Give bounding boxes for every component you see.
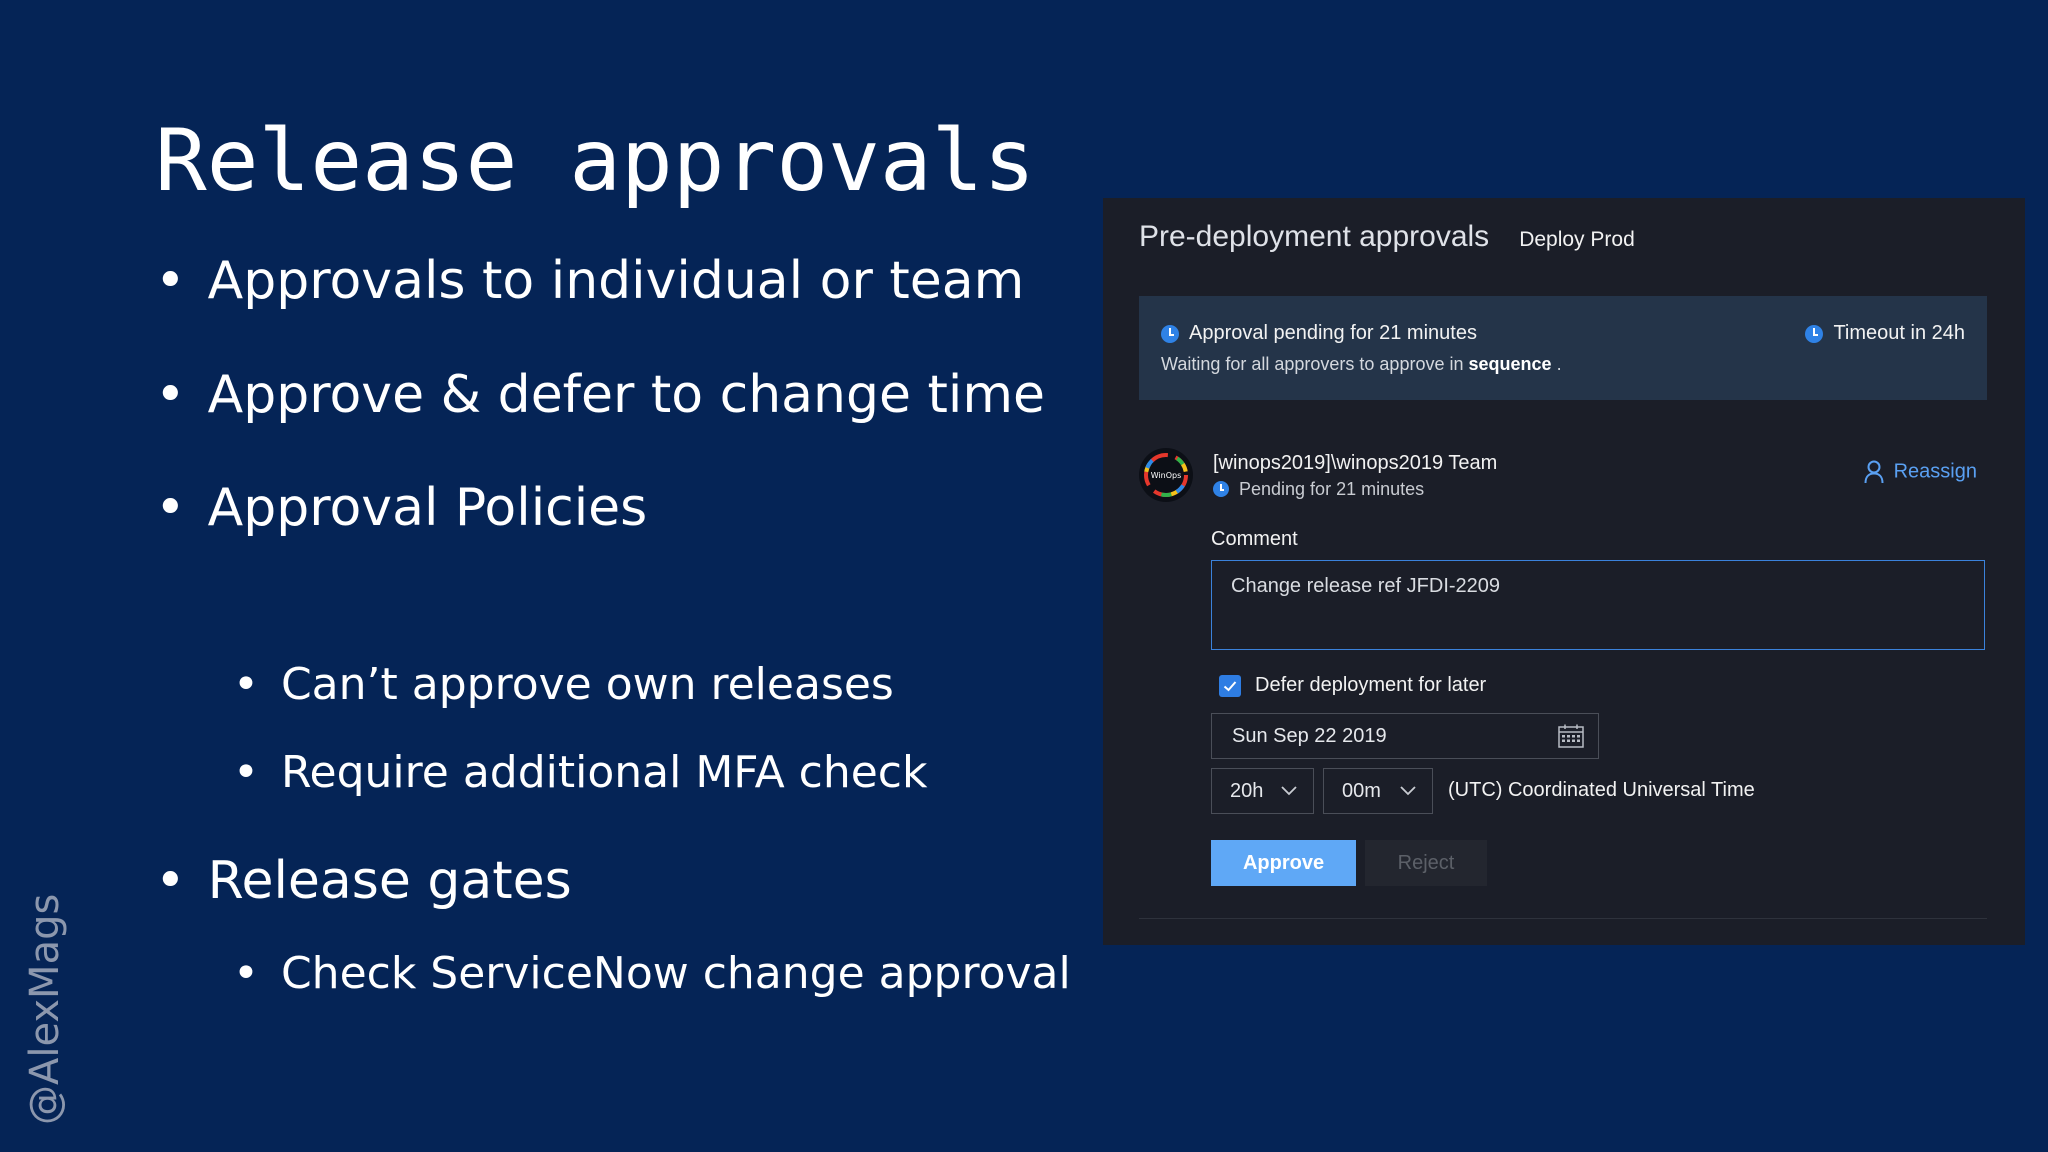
defer-checkbox[interactable] — [1219, 674, 1241, 697]
bullet-dot: • — [155, 851, 186, 911]
bullet-text: Check ServiceNow change approval — [280, 948, 1071, 999]
team-avatar: WinOps — [1139, 448, 1193, 502]
bullet-text: Require additional MFA check — [280, 747, 928, 798]
sub-bullet-item: • Check ServiceNow change approval — [233, 948, 1071, 1000]
bullet-dot: • — [155, 251, 186, 311]
slide-title: Release approvals — [155, 111, 1036, 211]
clock-icon — [1805, 324, 1824, 343]
sub-bullet-item: • Require additional MFA check — [233, 747, 927, 799]
comment-value: Change release ref JFDI-2209 — [1231, 575, 1501, 597]
defer-row: Defer deployment for later — [1219, 674, 1486, 697]
clock-icon — [1161, 324, 1179, 343]
reassign-label: Reassign — [1893, 460, 1977, 483]
defer-label: Defer deployment for later — [1255, 674, 1487, 696]
minutes-value: 00m — [1342, 780, 1381, 802]
stage-name: Deploy Prod — [1519, 228, 1635, 251]
bullet-item: • Approval Policies — [155, 478, 647, 538]
comment-label: Comment — [1211, 528, 1298, 550]
bullet-dot: • — [155, 478, 186, 538]
reject-button[interactable]: Reject — [1365, 840, 1487, 886]
waiting-text: Waiting for all approvers to approve in — [1161, 354, 1464, 374]
panel-title: Pre-deployment approvals — [1139, 220, 1490, 253]
approver-status: Pending for 21 minutes — [1213, 478, 1424, 500]
date-picker[interactable]: Sun Sep 22 2019 — [1211, 713, 1599, 759]
chevron-down-icon — [1281, 786, 1297, 796]
panel-header: Pre-deployment approvals Deploy Prod — [1139, 220, 1635, 254]
clock-icon — [1213, 481, 1229, 498]
comment-textarea[interactable]: Change release ref JFDI-2209 — [1211, 560, 1985, 650]
chevron-down-icon — [1400, 786, 1416, 796]
timezone-label: (UTC) Coordinated Universal Time — [1448, 779, 1755, 801]
minutes-select[interactable]: 00m — [1323, 768, 1433, 814]
bullet-dot: • — [233, 948, 259, 999]
person-icon — [1864, 460, 1884, 484]
bullet-text: Approval Policies — [207, 478, 648, 538]
bullet-dot: • — [233, 659, 259, 710]
status-banner: Approval pending for 21 minutes Waiting … — [1139, 296, 1987, 400]
waiting-status: Waiting for all approvers to approve in … — [1161, 354, 1562, 375]
approver-status-text: Pending for 21 minutes — [1239, 478, 1425, 499]
bullet-text: Approvals to individual or team — [207, 251, 1025, 311]
approve-button[interactable]: Approve — [1211, 840, 1356, 886]
pending-status: Approval pending for 21 minutes — [1161, 322, 1477, 345]
waiting-mode: sequence — [1468, 354, 1552, 374]
watermark: @AlexMags — [22, 893, 68, 1125]
bullet-item: • Approvals to individual or team — [155, 251, 1024, 311]
date-value: Sun Sep 22 2019 — [1232, 725, 1387, 747]
bullet-text: Can’t approve own releases — [280, 659, 894, 710]
calendar-icon[interactable] — [1558, 724, 1584, 748]
reassign-link[interactable]: Reassign — [1864, 460, 1977, 484]
sub-bullet-item: • Can’t approve own releases — [233, 659, 894, 711]
bullet-item: • Release gates — [155, 851, 572, 911]
pending-text: Approval pending for 21 minutes — [1189, 322, 1477, 345]
divider — [1139, 918, 1987, 919]
hours-select[interactable]: 20h — [1211, 768, 1314, 814]
approver-row: WinOps [winops2019]\winops2019 Team Pend… — [1139, 448, 1989, 508]
checkmark-icon — [1223, 680, 1237, 691]
bullet-dot: • — [233, 747, 259, 798]
bullet-item: • Approve & defer to change time — [155, 365, 1045, 425]
waiting-suffix: . — [1556, 354, 1562, 374]
hours-value: 20h — [1230, 780, 1264, 802]
timeout-status: Timeout in 24h — [1805, 322, 1965, 345]
approval-panel: Pre-deployment approvals Deploy Prod App… — [1103, 198, 2025, 945]
approver-name: [winops2019]\winops2019 Team — [1213, 452, 1498, 474]
timeout-text: Timeout in 24h — [1833, 322, 1965, 345]
svg-text:WinOps: WinOps — [1151, 471, 1182, 480]
bullet-dot: • — [155, 365, 186, 425]
bullet-text: Release gates — [207, 851, 572, 911]
bullet-text: Approve & defer to change time — [207, 365, 1046, 425]
